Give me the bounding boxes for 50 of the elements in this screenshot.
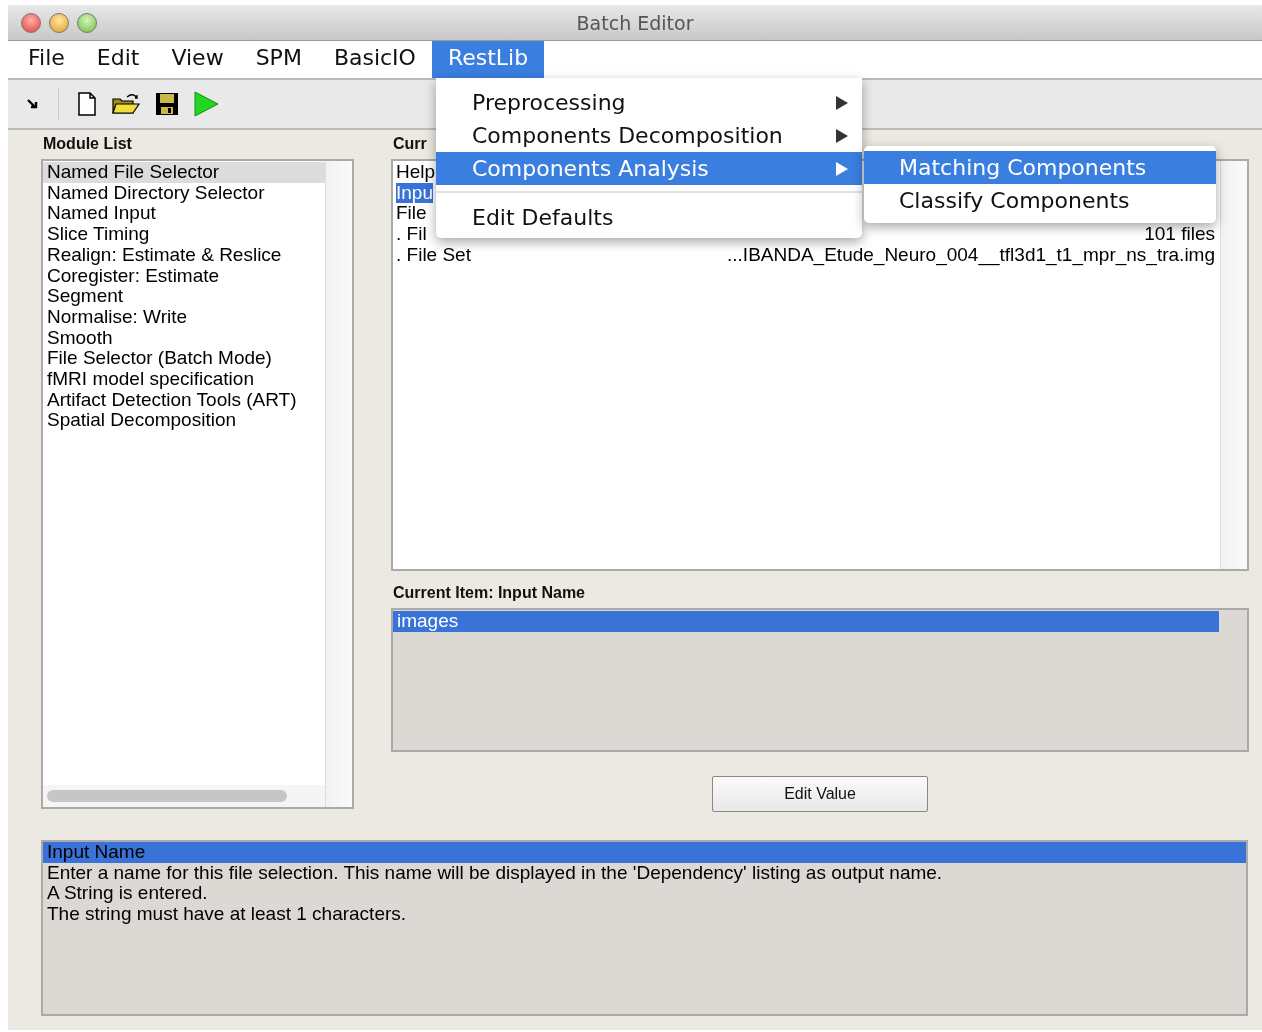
list-item[interactable]: Help bbox=[396, 162, 436, 183]
list-item[interactable]: Spatial Decomposition bbox=[43, 410, 325, 432]
list-item[interactable]: . Fil bbox=[396, 224, 427, 245]
help-line: Enter a name for this file selection. This name will be displayed in the 'Dependency' listing as output name. bbox=[46, 862, 944, 884]
list-item[interactable]: fMRI model specification bbox=[43, 369, 325, 390]
edit-value-button[interactable]: Edit Value bbox=[712, 776, 928, 812]
menu-item[interactable]: Components Analysis bbox=[436, 152, 862, 185]
list-item[interactable]: Segment bbox=[43, 286, 325, 307]
menu-item[interactable]: BasicIO bbox=[317, 41, 432, 78]
list-item[interactable]: Normalise: Write bbox=[43, 306, 325, 328]
item-value: ...IBANDA_Etude_Neuro_004__tfl3d1_t1_mpr_ns_tra.img bbox=[727, 244, 1215, 266]
menu-item[interactable]: SPM bbox=[239, 41, 318, 78]
menu-item[interactable]: Matching Components bbox=[864, 151, 1216, 184]
menu-item[interactable]: View bbox=[155, 41, 240, 78]
help-line: A String is entered. bbox=[46, 883, 209, 905]
save-icon[interactable] bbox=[155, 92, 179, 116]
menu-item[interactable]: Edit Defaults bbox=[436, 201, 862, 234]
zoom-icon[interactable] bbox=[77, 12, 97, 33]
list-item[interactable]: Inpu bbox=[396, 182, 433, 204]
list-item[interactable]: Named Input bbox=[43, 203, 325, 225]
run-icon[interactable] bbox=[193, 91, 219, 117]
menu-item[interactable]: Edit bbox=[80, 41, 156, 78]
list-item[interactable]: File Selector (Batch Mode) bbox=[43, 348, 325, 370]
menu-item[interactable]: Classify Components bbox=[864, 184, 1216, 217]
scrollbar-thumb[interactable] bbox=[47, 790, 287, 802]
window-title: Batch Editor bbox=[576, 11, 694, 34]
list-item[interactable]: Named File Selector bbox=[43, 162, 325, 183]
list-item[interactable]: . File Set bbox=[396, 244, 471, 266]
minimize-icon[interactable] bbox=[49, 12, 69, 33]
list-item[interactable]: Named Directory Selector bbox=[43, 182, 325, 204]
item-value: 101 files bbox=[1144, 224, 1215, 245]
list-item[interactable]: Smooth bbox=[43, 327, 325, 349]
panel-label: Curr bbox=[392, 135, 427, 154]
list-item[interactable]: images bbox=[393, 611, 1219, 632]
list-item[interactable]: Coregister: Estimate bbox=[43, 265, 325, 287]
help-line: The string must have at least 1 characters. bbox=[46, 904, 408, 925]
menu-item[interactable]: Components Decomposition bbox=[436, 119, 862, 152]
panel-label: Module List bbox=[42, 135, 132, 154]
list-item[interactable]: Artifact Detection Tools (ART) bbox=[43, 389, 325, 411]
new-file-icon[interactable] bbox=[77, 92, 97, 116]
panel-label: Current Item: Input Name bbox=[392, 583, 585, 603]
list-item[interactable]: File bbox=[396, 203, 427, 225]
list-item[interactable]: Slice Timing bbox=[43, 224, 325, 245]
menu-item[interactable]: File bbox=[12, 41, 81, 78]
list-item[interactable]: Realign: Estimate & Reslice bbox=[43, 244, 325, 266]
close-icon[interactable] bbox=[21, 12, 41, 33]
folder-icon[interactable] bbox=[111, 92, 141, 116]
menu-item[interactable]: RestLib bbox=[431, 41, 545, 78]
arrow-icon[interactable] bbox=[26, 97, 40, 111]
menu-item[interactable]: Preprocessing bbox=[436, 86, 862, 119]
